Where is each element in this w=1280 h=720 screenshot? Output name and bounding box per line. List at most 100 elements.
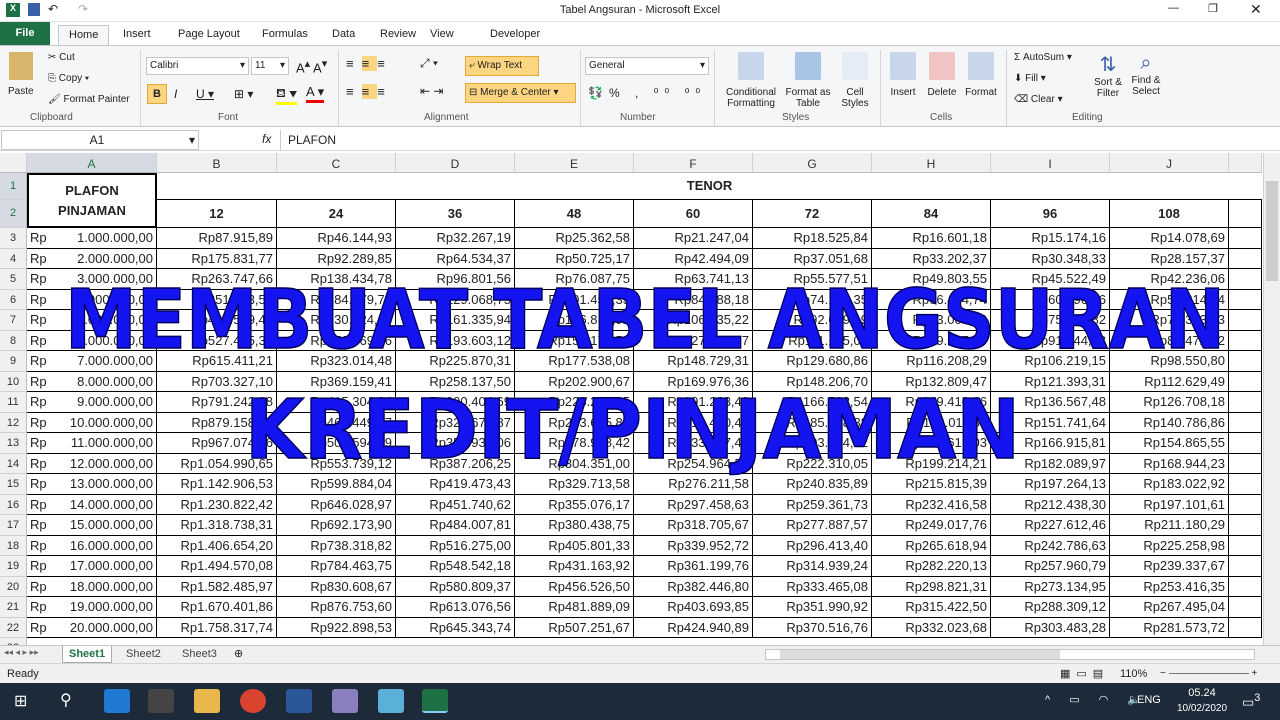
column-header-K[interactable]	[1229, 153, 1262, 173]
cell[interactable]	[1229, 494, 1262, 515]
installment-cell[interactable]: Rp203.784,22	[753, 433, 872, 454]
installment-cell[interactable]: Rp329.713,58	[515, 474, 634, 495]
plafon-cell[interactable]: Rp 11.000.000,00	[27, 433, 157, 454]
installment-cell[interactable]: Rp354.939,06	[396, 433, 515, 454]
row-header[interactable]: 18	[0, 535, 27, 556]
tab-review[interactable]: Review	[370, 25, 426, 45]
installment-cell[interactable]: Rp1.670.401,86	[157, 597, 277, 618]
column-header-C[interactable]: C	[277, 153, 396, 173]
cell[interactable]	[1229, 330, 1262, 351]
installment-cell[interactable]: Rp215.815,39	[872, 474, 991, 495]
plafon-cell[interactable]: Rp 20.000.000,00	[27, 617, 157, 638]
installment-cell[interactable]: Rp239.337,67	[1110, 556, 1229, 577]
column-header-I[interactable]: I	[991, 153, 1110, 173]
vertical-scrollbar[interactable]	[1263, 153, 1280, 645]
installment-cell[interactable]: Rp101.450,33	[515, 289, 634, 310]
installment-cell[interactable]: Rp253.416,35	[1110, 576, 1229, 597]
tab-data[interactable]: Data	[322, 25, 365, 45]
plafon-cell[interactable]: Rp 1.000.000,00	[27, 228, 157, 249]
installment-cell[interactable]: Rp646.028,97	[277, 494, 396, 515]
cell[interactable]	[1229, 351, 1262, 372]
installment-cell[interactable]: Rp484.007,81	[396, 515, 515, 536]
app-icon[interactable]	[332, 689, 358, 713]
installment-cell[interactable]: Rp32.267,19	[396, 228, 515, 249]
installment-cell[interactable]: Rp185.258,38	[753, 412, 872, 433]
installment-cell[interactable]: Rp351.663,55	[157, 289, 277, 310]
installment-cell[interactable]: Rp151.741,64	[991, 412, 1110, 433]
installment-cell[interactable]: Rp18.525,84	[753, 228, 872, 249]
chrome-icon[interactable]	[240, 689, 266, 713]
installment-cell[interactable]: Rp222.310,05	[753, 453, 872, 474]
installment-cell[interactable]: Rp175.831,77	[157, 248, 277, 269]
installment-cell[interactable]: Rp791.242,98	[157, 392, 277, 413]
installment-cell[interactable]: Rp63.741,13	[634, 269, 753, 290]
installment-cell[interactable]: Rp281.573,72	[1110, 617, 1229, 638]
installment-cell[interactable]: Rp166.732,54	[753, 392, 872, 413]
installment-cell[interactable]: Rp184.579,71	[277, 289, 396, 310]
plafon-cell[interactable]: Rp 7.000.000,00	[27, 351, 157, 372]
installment-cell[interactable]: Rp879.158,87	[157, 412, 277, 433]
cell[interactable]	[1229, 228, 1262, 249]
installment-cell[interactable]: Rp615.411,21	[157, 351, 277, 372]
installment-cell[interactable]: Rp182.613,03	[872, 433, 991, 454]
installment-cell[interactable]: Rp211.180,29	[1110, 515, 1229, 536]
language-indicator[interactable]: ENG	[1137, 694, 1161, 706]
installment-cell[interactable]: Rp227.612,46	[991, 515, 1110, 536]
installment-cell[interactable]: Rp267.495,04	[1110, 597, 1229, 618]
autosum-button[interactable]: Σ AutoSum ▾	[1014, 52, 1072, 63]
grow-font-button[interactable]: A▴ A▾	[296, 57, 327, 75]
installment-cell[interactable]: Rp323.014,48	[277, 351, 396, 372]
installment-cell[interactable]: Rp183.022,92	[1110, 474, 1229, 495]
tab-home[interactable]: Home	[58, 25, 110, 45]
plafon-cell[interactable]: Rp 19.000.000,00	[27, 597, 157, 618]
installment-cell[interactable]: Rp202.900,67	[515, 371, 634, 392]
windows-start-icon[interactable]: ⊞	[14, 691, 27, 711]
word-icon[interactable]	[286, 689, 312, 713]
installment-cell[interactable]: Rp55.577,51	[753, 269, 872, 290]
installment-cell[interactable]: Rp278.988,42	[515, 433, 634, 454]
installment-cell[interactable]: Rp182.089,97	[991, 453, 1110, 474]
merge-center-button[interactable]: ⊟ Merge & Center ▾	[465, 83, 576, 103]
installment-cell[interactable]: Rp254.964,54	[634, 453, 753, 474]
installment-cell[interactable]: Rp273.134,95	[991, 576, 1110, 597]
row-header[interactable]: 13	[0, 433, 27, 454]
installment-cell[interactable]: Rp277.887,57	[753, 515, 872, 536]
installment-cell[interactable]: Rp738.318,82	[277, 535, 396, 556]
installment-cell[interactable]: Rp298.821,31	[872, 576, 991, 597]
installment-cell[interactable]: Rp370.516,76	[753, 617, 872, 638]
minimize-icon[interactable]: —	[1168, 2, 1179, 14]
installment-cell[interactable]: Rp154.865,55	[1110, 433, 1229, 454]
installment-cell[interactable]: Rp415.304,34	[277, 392, 396, 413]
installment-cell[interactable]: Rp451.740,62	[396, 494, 515, 515]
installment-cell[interactable]: Rp382.446,80	[634, 576, 753, 597]
installment-cell[interactable]: Rp553.739,12	[277, 453, 396, 474]
installment-cell[interactable]: Rp152.175,50	[515, 330, 634, 351]
installment-cell[interactable]: Rp96.801,56	[396, 269, 515, 290]
cut-button[interactable]: ✂ Cut	[48, 52, 75, 63]
installment-cell[interactable]: Rp304.351,00	[515, 453, 634, 474]
column-header-J[interactable]: J	[1110, 153, 1229, 173]
plafon-cell[interactable]: Rp 13.000.000,00	[27, 474, 157, 495]
installment-cell[interactable]: Rp580.809,37	[396, 576, 515, 597]
cell[interactable]	[1229, 535, 1262, 556]
row-header[interactable]: 6	[0, 289, 27, 310]
installment-cell[interactable]: Rp126.812,92	[515, 310, 634, 331]
wrap-text-button[interactable]: ⤶ Wrap Text	[465, 56, 539, 76]
plafon-cell[interactable]: Rp 16.000.000,00	[27, 535, 157, 556]
installment-cell[interactable]: Rp14.078,69	[1110, 228, 1229, 249]
sheet-tab-3[interactable]: Sheet3	[176, 646, 223, 663]
installment-cell[interactable]: Rp225.258,98	[1110, 535, 1229, 556]
italic-button[interactable]: I	[174, 87, 177, 101]
installment-cell[interactable]: Rp332.023,68	[872, 617, 991, 638]
notification-icon[interactable]: ▭3	[1242, 692, 1260, 710]
cell[interactable]	[1229, 248, 1262, 269]
installment-cell[interactable]: Rp461.449,27	[277, 412, 396, 433]
row-header[interactable]: 20	[0, 576, 27, 597]
installment-cell[interactable]: Rp333.465,08	[753, 576, 872, 597]
installment-cell[interactable]: Rp132.809,47	[872, 371, 991, 392]
installment-cell[interactable]: Rp42.236,06	[1110, 269, 1229, 290]
installment-cell[interactable]: Rp64.534,37	[396, 248, 515, 269]
row-header[interactable]: 23	[0, 638, 27, 645]
installment-cell[interactable]: Rp516.275,00	[396, 535, 515, 556]
installment-cell[interactable]: Rp30.348,33	[991, 248, 1110, 269]
